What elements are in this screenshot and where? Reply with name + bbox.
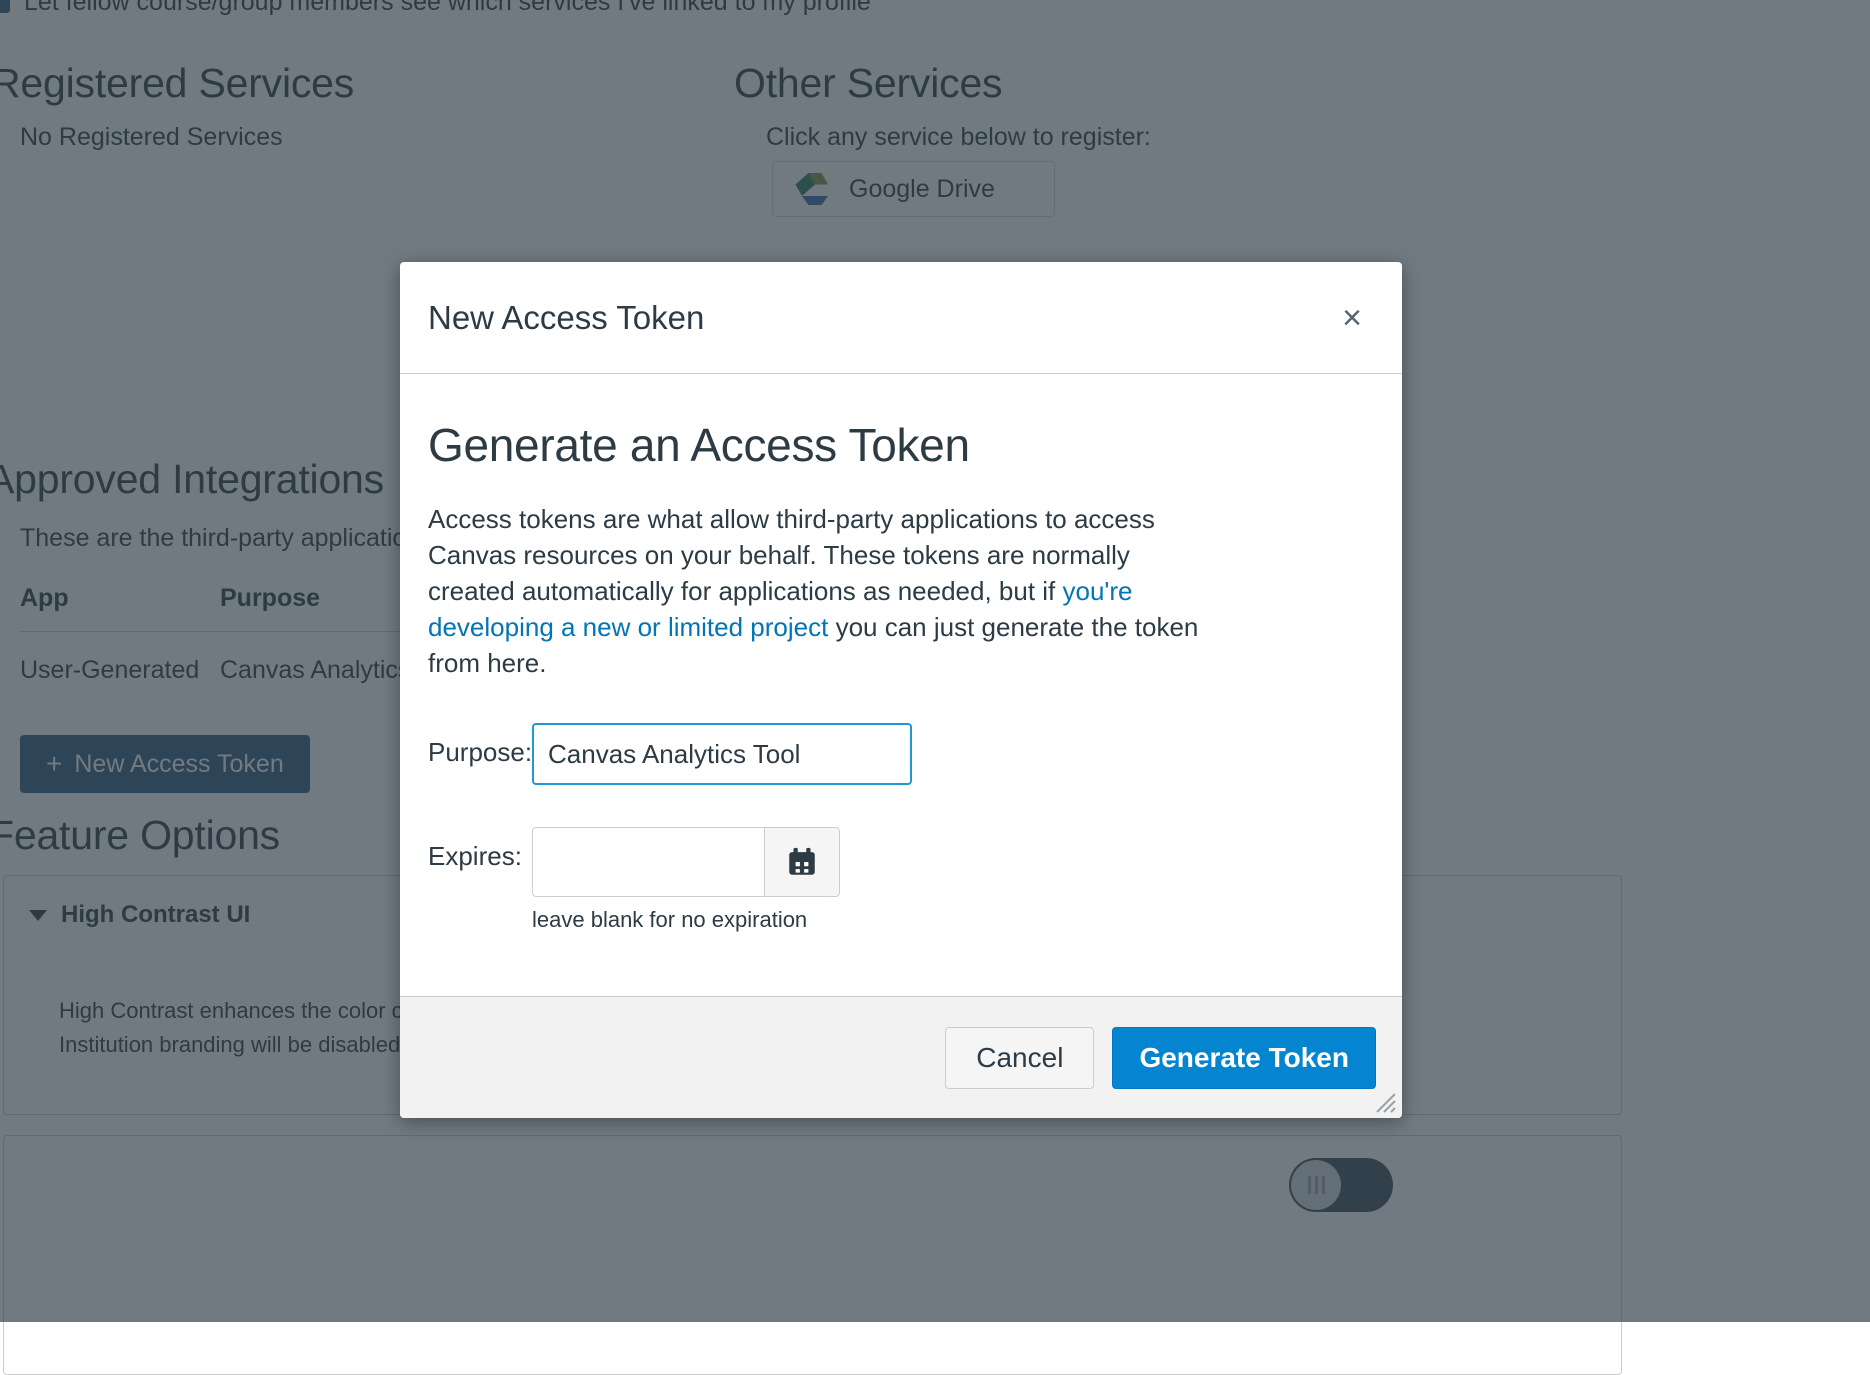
expires-form-row: Expires: [428,827,1374,897]
generate-token-button[interactable]: Generate Token [1112,1027,1376,1089]
expires-label: Expires: [428,827,532,872]
expires-input-group [532,827,840,897]
cancel-button[interactable]: Cancel [945,1027,1094,1089]
purpose-input[interactable] [532,723,912,785]
dialog-header: New Access Token × [400,262,1402,374]
purpose-label: Purpose: [428,723,532,768]
expires-hint: leave blank for no expiration [532,907,1374,933]
dialog-heading: Generate an Access Token [428,418,1374,472]
calendar-icon[interactable] [764,827,840,897]
expires-input[interactable] [532,827,764,897]
dialog-body: Generate an Access Token Access tokens a… [400,374,1402,996]
purpose-form-row: Purpose: [428,723,1374,785]
new-access-token-dialog: New Access Token × Generate an Access To… [400,262,1402,1118]
close-icon[interactable]: × [1330,296,1374,340]
dialog-paragraph: Access tokens are what allow third-party… [428,502,1218,681]
dialog-footer: Cancel Generate Token [400,996,1402,1118]
dialog-title: New Access Token [428,299,704,337]
paragraph-part-1: Access tokens are what allow third-party… [428,504,1155,606]
resize-handle-icon[interactable] [1373,1090,1397,1114]
